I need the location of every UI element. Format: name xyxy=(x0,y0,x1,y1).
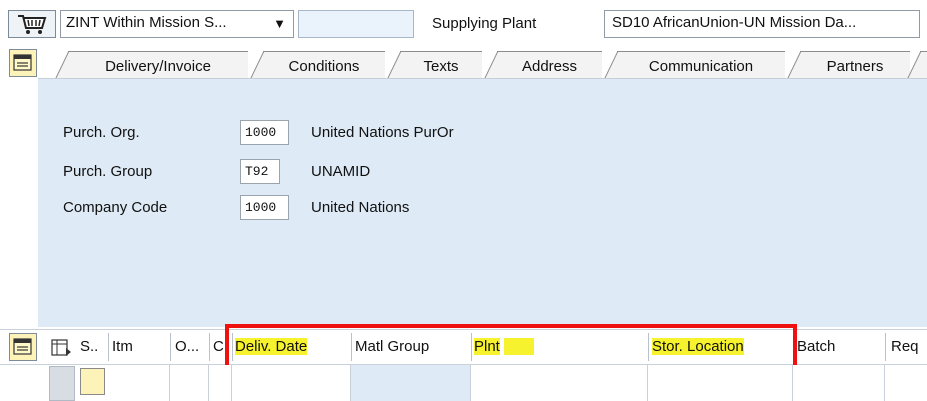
company-code-text: United Nations xyxy=(311,199,410,216)
column-separator xyxy=(108,333,109,361)
collapse-items-icon xyxy=(13,338,32,355)
status-cell-input[interactable] xyxy=(80,368,105,395)
supplying-plant-field[interactable]: SD10 AfricanUnion-UN Mission Da... xyxy=(604,10,920,38)
vendor-input[interactable] xyxy=(298,10,414,38)
column-header-o[interactable]: O... xyxy=(175,329,207,365)
purch-group-text: UNAMID xyxy=(311,163,371,180)
supplying-plant-label: Supplying Plant xyxy=(432,15,537,32)
table-settings-button[interactable] xyxy=(49,337,73,359)
dropdown-arrow-icon[interactable]: ▼ xyxy=(273,16,286,31)
row-selector[interactable] xyxy=(49,366,75,401)
tab-label: Conditions xyxy=(288,58,360,75)
column-separator xyxy=(885,333,886,361)
tab-texts[interactable]: Texts xyxy=(387,51,482,80)
batch-cell[interactable] xyxy=(793,365,885,401)
shopping-cart-icon xyxy=(18,15,47,34)
tab-address[interactable]: Address xyxy=(484,51,602,80)
column-header-batch[interactable]: Batch xyxy=(797,329,883,365)
item-cell[interactable] xyxy=(108,365,170,401)
shopping-cart-button[interactable] xyxy=(8,10,56,38)
tab-communication[interactable]: Communication xyxy=(604,51,785,80)
purch-org-field[interactable]: 1000 xyxy=(240,120,289,145)
column-header-req[interactable]: Req xyxy=(891,329,927,365)
collapse-items-button[interactable] xyxy=(9,333,37,361)
tab-partners[interactable]: Partners xyxy=(787,51,910,80)
tab-label: Delivery/Invoice xyxy=(105,58,211,75)
purch-org-label: Purch. Org. xyxy=(63,124,140,141)
column-header-item[interactable]: Itm xyxy=(112,329,167,365)
collapse-header-icon xyxy=(13,54,32,71)
tab-conditions[interactable]: Conditions xyxy=(250,51,385,80)
deliv-date-cell[interactable] xyxy=(232,365,351,401)
column-separator xyxy=(170,333,171,361)
tab-label: Communication xyxy=(648,58,754,75)
tab-delivery-invoice[interactable]: Delivery/Invoice xyxy=(55,51,248,80)
matl-group-cell[interactable] xyxy=(351,365,471,401)
highlight-box xyxy=(225,324,797,369)
purch-group-field[interactable]: T92 xyxy=(240,159,280,184)
o-cell[interactable] xyxy=(170,365,209,401)
collapse-header-button[interactable] xyxy=(9,49,37,77)
table-settings-icon xyxy=(51,339,71,356)
tab-label: Partners xyxy=(826,58,884,75)
purch-group-label: Purch. Group xyxy=(63,163,153,180)
purch-org-text: United Nations PurOr xyxy=(311,124,454,141)
c-cell[interactable] xyxy=(209,365,232,401)
document-type-value: ZINT Within Mission S... xyxy=(66,14,227,31)
tab-overflow[interactable] xyxy=(907,51,927,80)
company-code-label: Company Code xyxy=(63,199,168,216)
tab-label: Address xyxy=(521,58,578,75)
plnt-cell[interactable] xyxy=(471,365,648,401)
company-code-field[interactable]: 1000 xyxy=(240,195,289,220)
column-header-status[interactable]: S.. xyxy=(80,329,108,365)
tab-label: Texts xyxy=(423,58,459,75)
org-data-panel xyxy=(38,79,927,327)
document-type-select[interactable]: ZINT Within Mission S... ▼ xyxy=(60,10,294,38)
stor-location-cell[interactable] xyxy=(648,365,793,401)
column-separator xyxy=(209,333,210,361)
